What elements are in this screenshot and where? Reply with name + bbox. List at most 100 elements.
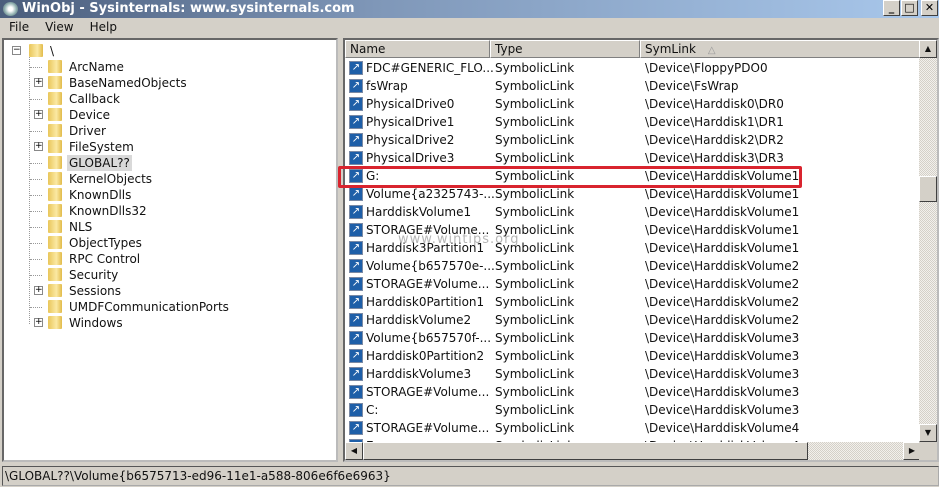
tree-item-label: RPC Control [69, 252, 141, 266]
maximize-button[interactable]: □ [901, 0, 918, 16]
cell-name: PhysicalDrive2 [366, 133, 455, 147]
folder-icon [48, 236, 62, 249]
column-header-symlink[interactable]: SymLink △ [640, 40, 921, 58]
symlink-icon: ↗ [349, 277, 363, 291]
watermark: www.wintips.org [398, 232, 520, 247]
table-row[interactable]: ↗ STORAGE#Volume... SymbolicLink \Device… [345, 383, 921, 401]
expand-icon[interactable]: + [34, 78, 43, 87]
folder-icon [48, 268, 62, 281]
cell-type: SymbolicLink [495, 349, 575, 363]
folder-icon [48, 156, 62, 169]
folder-icon [48, 172, 62, 185]
symlink-icon: ↗ [349, 79, 363, 93]
tree-line [30, 99, 42, 100]
tree-line [30, 131, 42, 132]
table-row[interactable]: ↗ Volume{b657570f-... SymbolicLink \Devi… [345, 329, 921, 347]
column-header-name[interactable]: Name [345, 40, 490, 58]
tree-item-label: Windows [69, 316, 123, 330]
collapse-icon[interactable]: − [12, 46, 21, 55]
tree-item-label: GLOBAL?? [67, 155, 132, 171]
scroll-thumb[interactable] [919, 176, 937, 202]
cell-type: SymbolicLink [495, 313, 575, 327]
scroll-up-button[interactable]: ▲ [919, 40, 937, 58]
symlink-icon: ↗ [349, 223, 363, 237]
cell-symlink: \Device\HarddiskVolume3 [645, 367, 800, 381]
tree-line [30, 243, 42, 244]
table-row[interactable]: ↗ FDC#GENERIC_FLO... SymbolicLink \Devic… [345, 59, 921, 77]
scroll-left-button[interactable]: ◀ [345, 442, 363, 460]
expand-icon[interactable]: + [34, 286, 43, 295]
header-label: SymLink [645, 42, 696, 56]
cell-name: STORAGE#Volume... [366, 385, 490, 399]
folder-icon [48, 188, 62, 201]
cell-name: fsWrap [366, 79, 408, 93]
table-row[interactable]: ↗ Volume{b657570e-... SymbolicLink \Devi… [345, 257, 921, 275]
cell-name: HarddiskVolume2 [366, 313, 472, 327]
table-row[interactable]: ↗ Harddisk0Partition2 SymbolicLink \Devi… [345, 347, 921, 365]
tree-item-label: UMDFCommunicationPorts [69, 300, 229, 314]
folder-icon [48, 140, 62, 153]
symlink-icon: ↗ [349, 367, 363, 381]
menu-help[interactable]: Help [81, 18, 124, 37]
tree-line [30, 67, 42, 68]
cell-name: Harddisk0Partition2 [366, 349, 485, 363]
cell-name: HarddiskVolume1 [366, 205, 472, 219]
table-row[interactable]: ↗ HarddiskVolume1 SymbolicLink \Device\H… [345, 203, 921, 221]
minimize-button[interactable]: _ [883, 0, 900, 16]
cell-type: SymbolicLink [495, 97, 575, 111]
expand-icon[interactable]: + [34, 318, 43, 327]
header-label: Name [350, 42, 386, 56]
tree-line [30, 307, 42, 308]
table-row[interactable]: ↗ HarddiskVolume3 SymbolicLink \Device\H… [345, 365, 921, 383]
symlink-icon: ↗ [349, 259, 363, 273]
tree-item-label: \ [50, 44, 55, 58]
symlink-icon: ↗ [349, 133, 363, 147]
menu-file[interactable]: File [0, 18, 36, 37]
menu-view[interactable]: View [36, 18, 80, 37]
tree-item-label: Device [69, 108, 111, 122]
table-row[interactable]: ↗ PhysicalDrive0 SymbolicLink \Device\Ha… [345, 95, 921, 113]
tree-item-label: BaseNamedObjects [69, 76, 187, 90]
window-title: WinObj - Sysinternals: www.sysinternals.… [22, 1, 355, 16]
cell-symlink: \Device\HarddiskVolume1 [645, 223, 800, 237]
table-row[interactable]: ↗ STORAGE#Volume... SymbolicLink \Device… [345, 419, 921, 437]
scroll-corner [919, 442, 937, 460]
table-row[interactable]: ↗ fsWrap SymbolicLink \Device\FsWrap [345, 77, 921, 95]
scroll-thumb-horizontal[interactable] [363, 442, 808, 460]
cell-type: SymbolicLink [495, 115, 575, 129]
table-row[interactable]: ↗ PhysicalDrive3 SymbolicLink \Device\Ha… [345, 149, 921, 167]
cell-type: SymbolicLink [495, 331, 575, 345]
header-label: Type [495, 42, 523, 56]
cell-name: STORAGE#Volume... [366, 277, 490, 291]
table-row[interactable]: ↗ C: SymbolicLink \Device\HarddiskVolume… [345, 401, 921, 419]
folder-icon [48, 92, 62, 105]
cell-type: SymbolicLink [495, 151, 575, 165]
vertical-scrollbar[interactable]: ▲ ▼ [919, 40, 937, 442]
expand-icon[interactable]: + [34, 110, 43, 119]
cell-symlink: \Device\HarddiskVolume2 [645, 313, 800, 327]
object-tree[interactable]: − \ ArcName + BaseNamedObjects Callback + Dev… [2, 38, 338, 462]
tree-item-label: NLS [69, 220, 93, 234]
scroll-down-button[interactable]: ▼ [919, 424, 937, 442]
folder-icon [29, 44, 43, 57]
table-row[interactable]: ↗ PhysicalDrive1 SymbolicLink \Device\Ha… [345, 113, 921, 131]
horizontal-scrollbar[interactable]: ◀ ▶ [345, 442, 921, 460]
cell-type: SymbolicLink [495, 403, 575, 417]
tree-item-label: KernelObjects [69, 172, 153, 186]
expand-icon[interactable]: + [34, 142, 43, 151]
tree-line [29, 52, 30, 324]
cell-type: SymbolicLink [495, 133, 575, 147]
tree-item-label: FileSystem [69, 140, 134, 154]
table-row[interactable]: ↗ PhysicalDrive2 SymbolicLink \Device\Ha… [345, 131, 921, 149]
symlink-icon: ↗ [349, 331, 363, 345]
table-row[interactable]: ↗ STORAGE#Volume... SymbolicLink \Device… [345, 275, 921, 293]
cell-name: PhysicalDrive3 [366, 151, 455, 165]
symlink-icon: ↗ [349, 187, 363, 201]
object-list[interactable]: Name Type SymLink △ ↗ FDC#GENERIC_FLO...… [343, 38, 939, 462]
table-row[interactable]: ↗ Harddisk0Partition1 SymbolicLink \Devi… [345, 293, 921, 311]
close-button[interactable]: ✕ [921, 0, 938, 16]
column-header-type[interactable]: Type [490, 40, 640, 58]
tree-item-label: Driver [69, 124, 106, 138]
cell-symlink: \Device\HarddiskVolume1 [645, 241, 800, 255]
table-row[interactable]: ↗ HarddiskVolume2 SymbolicLink \Device\H… [345, 311, 921, 329]
